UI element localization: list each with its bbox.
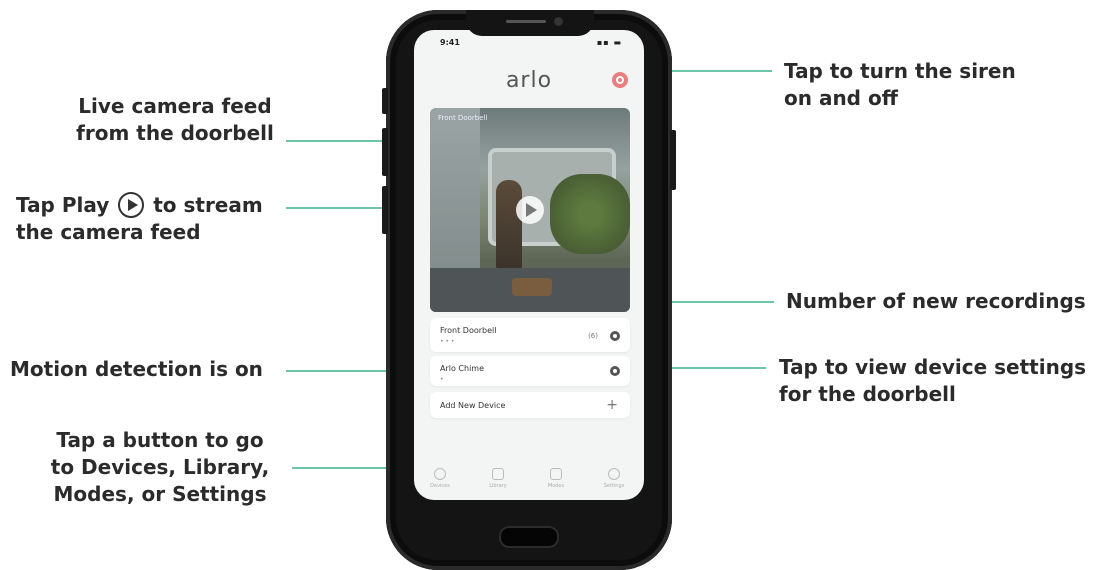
callout-nav-line2: to Devices, Library, (50, 455, 270, 479)
play-button[interactable] (516, 196, 544, 224)
device-card-title: Front Doorbell (440, 326, 497, 335)
add-device-card[interactable]: Add New Device + (430, 392, 630, 418)
nav-library[interactable]: Library (478, 468, 518, 489)
callout-siren: Tap to turn the siren on and off (784, 58, 1016, 112)
device-status-icons: • • • (440, 338, 455, 345)
nav-devices[interactable]: Devices (420, 468, 460, 489)
phone-side-button-vol-down (382, 186, 388, 234)
callout-settings-line2: for the doorbell (779, 382, 956, 406)
phone-side-button-mute (382, 88, 388, 114)
callout-nav: Tap a button to go to Devices, Library, … (40, 427, 280, 508)
front-camera (554, 17, 563, 26)
callout-settings-line1: Tap to view device settings (779, 355, 1087, 379)
bottom-nav: Devices Library Modes Settings (414, 468, 644, 498)
nav-settings-label: Settings (603, 483, 625, 489)
nav-devices-label: Devices (430, 483, 450, 489)
play-circle-icon (118, 191, 145, 218)
callout-siren-line2: on and off (784, 86, 898, 110)
callout-recordings: Number of new recordings (786, 288, 1086, 315)
library-icon (492, 468, 504, 480)
settings-icon (608, 468, 620, 480)
callout-live-feed: Live camera feed from the doorbell (60, 93, 290, 147)
callout-nav-line3: Modes, or Settings (53, 482, 267, 506)
callout-motion: Motion detection is on (10, 356, 263, 383)
gear-icon[interactable] (610, 331, 620, 341)
siren-button[interactable] (612, 72, 628, 88)
speaker-grille (506, 20, 546, 23)
callout-play-line1: Tap Play to stream (16, 191, 263, 219)
modes-icon (550, 468, 562, 480)
callout-live-feed-line2: from the doorbell (76, 121, 274, 145)
phone-side-button-vol-up (382, 128, 388, 176)
phone-screen: 9:41 ▪▪ ▬ arlo Front Doorbell Front Door… (414, 30, 644, 500)
callout-play-after: to stream (153, 193, 263, 217)
nav-modes-label: Modes (547, 483, 565, 489)
callout-live-feed-line1: Live camera feed (78, 94, 272, 118)
motion-detection-icon: • (440, 376, 444, 383)
phone-mockup: 9:41 ▪▪ ▬ arlo Front Doorbell Front Door… (382, 10, 676, 570)
devices-icon (434, 468, 446, 480)
gear-icon[interactable] (610, 366, 620, 376)
callout-nav-line1: Tap a button to go (56, 428, 264, 452)
feed-label: Front Doorbell (438, 114, 488, 122)
callout-siren-line1: Tap to turn the siren (784, 59, 1016, 83)
arlo-logo: arlo (505, 68, 553, 93)
camera-feed[interactable]: Front Doorbell (430, 108, 630, 312)
add-device-label: Add New Device (440, 401, 506, 410)
nav-settings[interactable]: Settings (594, 468, 634, 489)
status-signal-icon: ▪▪ ▬ (596, 38, 622, 47)
feed-doormat (512, 278, 552, 296)
callout-play: Tap Play to stream the camera feed (16, 191, 263, 246)
feed-hedge (550, 174, 630, 254)
callout-settings: Tap to view device settings for the door… (779, 354, 1086, 408)
callout-play-before: Tap Play (16, 193, 110, 217)
feed-person (496, 180, 522, 270)
plus-icon: + (606, 397, 618, 413)
phone-side-button-power (670, 130, 676, 190)
status-time: 9:41 (440, 38, 460, 47)
device-card-chime[interactable]: Arlo Chime • (430, 356, 630, 386)
nav-modes[interactable]: Modes (536, 468, 576, 489)
phone-home-button (499, 526, 559, 548)
phone-notch (466, 10, 594, 36)
nav-library-label: Library (489, 483, 507, 489)
device-card-title: Arlo Chime (440, 364, 485, 373)
callout-play-line2: the camera feed (16, 220, 201, 244)
callout-motion-text: Motion detection is on (10, 357, 263, 381)
callout-recordings-text: Number of new recordings (786, 289, 1086, 313)
device-card-doorbell[interactable]: Front Doorbell • • • (6) (430, 318, 630, 352)
recordings-count-badge: (6) (588, 332, 598, 340)
